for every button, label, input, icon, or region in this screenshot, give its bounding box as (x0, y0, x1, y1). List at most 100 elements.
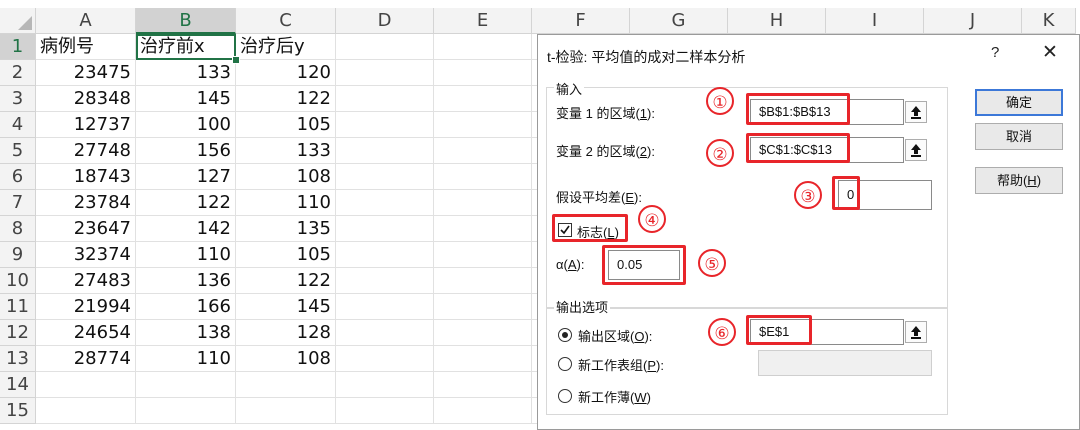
cell-empty[interactable] (336, 164, 434, 190)
cell-b2[interactable]: 133 (136, 60, 236, 86)
new-workbook-label[interactable]: 新工作薄(W) (578, 387, 651, 406)
cell-b13[interactable]: 110 (136, 346, 236, 372)
cell-empty[interactable] (434, 60, 532, 86)
cell-b6[interactable]: 127 (136, 164, 236, 190)
cell-a2[interactable]: 23475 (36, 60, 136, 86)
column-header-d[interactable]: D (336, 8, 434, 34)
cell-b8[interactable]: 142 (136, 216, 236, 242)
column-header-c[interactable]: C (236, 8, 336, 34)
row-header[interactable]: 2 (0, 60, 36, 86)
cell-empty[interactable] (434, 398, 532, 424)
cell-empty[interactable] (336, 60, 434, 86)
cell-c15[interactable] (236, 398, 336, 424)
cell-b11[interactable]: 166 (136, 294, 236, 320)
output-collapse-button[interactable] (905, 321, 927, 343)
cell-a8[interactable]: 23647 (36, 216, 136, 242)
new-sheet-input[interactable] (758, 350, 932, 376)
row-header[interactable]: 5 (0, 138, 36, 164)
cell-a12[interactable]: 24654 (36, 320, 136, 346)
row-header[interactable]: 10 (0, 268, 36, 294)
cell-a10[interactable]: 27483 (36, 268, 136, 294)
column-header-e[interactable]: E (434, 8, 532, 34)
help-button[interactable]: 帮助(H) (975, 167, 1063, 194)
help-icon[interactable]: ? (991, 44, 999, 61)
cell-a11[interactable]: 21994 (36, 294, 136, 320)
cell-c5[interactable]: 133 (236, 138, 336, 164)
ok-button[interactable]: 确定 (975, 89, 1063, 116)
cell-empty[interactable] (434, 112, 532, 138)
row-header[interactable]: 13 (0, 346, 36, 372)
cell-empty[interactable] (434, 346, 532, 372)
cell-empty[interactable] (336, 268, 434, 294)
column-header-k[interactable]: K (1022, 8, 1076, 34)
column-header-i[interactable]: I (826, 8, 924, 34)
cell-b10[interactable]: 136 (136, 268, 236, 294)
row-header[interactable]: 11 (0, 294, 36, 320)
cell-empty[interactable] (434, 372, 532, 398)
cell-c3[interactable]: 122 (236, 86, 336, 112)
column-header-a[interactable]: A (36, 8, 136, 34)
cell-c7[interactable]: 110 (236, 190, 336, 216)
column-header-h[interactable]: H (728, 8, 826, 34)
row-header[interactable]: 12 (0, 320, 36, 346)
cell-b15[interactable] (136, 398, 236, 424)
cell-a3[interactable]: 28348 (36, 86, 136, 112)
row-header[interactable]: 9 (0, 242, 36, 268)
cell-a7[interactable]: 23784 (36, 190, 136, 216)
cell-c8[interactable]: 135 (236, 216, 336, 242)
cell-empty[interactable] (336, 190, 434, 216)
cell-empty[interactable] (434, 294, 532, 320)
cell-empty[interactable] (336, 372, 434, 398)
cell-b3[interactable]: 145 (136, 86, 236, 112)
row-header[interactable]: 8 (0, 216, 36, 242)
cell-empty[interactable] (336, 320, 434, 346)
row-header[interactable]: 1 (0, 34, 36, 60)
column-header-b[interactable]: B (136, 8, 236, 34)
cell-empty[interactable] (336, 216, 434, 242)
new-sheet-label[interactable]: 新工作表组(P): (578, 355, 664, 374)
cell-empty[interactable] (336, 294, 434, 320)
cell-empty[interactable] (434, 216, 532, 242)
row-header[interactable]: 4 (0, 112, 36, 138)
fill-handle[interactable] (232, 56, 240, 64)
cell-c13[interactable]: 108 (236, 346, 336, 372)
var1-collapse-button[interactable] (905, 101, 927, 123)
output-range-label[interactable]: 输出区域(O): (578, 326, 652, 345)
cell-empty[interactable] (336, 138, 434, 164)
cell-empty[interactable] (336, 346, 434, 372)
new-sheet-radio[interactable] (558, 357, 572, 371)
column-header-j[interactable]: J (924, 8, 1022, 34)
cell-c11[interactable]: 145 (236, 294, 336, 320)
cell-b4[interactable]: 100 (136, 112, 236, 138)
column-header-g[interactable]: G (630, 8, 728, 34)
cell-empty[interactable] (434, 164, 532, 190)
cell-empty[interactable] (434, 86, 532, 112)
cell-a15[interactable] (36, 398, 136, 424)
cell-b7[interactable]: 122 (136, 190, 236, 216)
cell-b12[interactable]: 138 (136, 320, 236, 346)
cell-b9[interactable]: 110 (136, 242, 236, 268)
cell-c14[interactable] (236, 372, 336, 398)
cell-empty[interactable] (434, 320, 532, 346)
cell-empty[interactable] (336, 34, 434, 60)
cancel-button[interactable]: 取消 (975, 123, 1063, 150)
cell-empty[interactable] (434, 138, 532, 164)
cell-empty[interactable] (434, 34, 532, 60)
select-all-corner[interactable] (0, 8, 36, 34)
cell-c4[interactable]: 105 (236, 112, 336, 138)
new-workbook-radio[interactable] (558, 389, 572, 403)
cell-c10[interactable]: 122 (236, 268, 336, 294)
cell-b5[interactable]: 156 (136, 138, 236, 164)
cell-empty[interactable] (434, 268, 532, 294)
cell-a14[interactable] (36, 372, 136, 398)
row-header[interactable]: 14 (0, 372, 36, 398)
close-icon[interactable]: ✕ (1042, 41, 1058, 64)
cell-a4[interactable]: 12737 (36, 112, 136, 138)
cell-a1[interactable]: 病例号 (36, 34, 136, 60)
cell-c12[interactable]: 128 (236, 320, 336, 346)
cell-empty[interactable] (336, 242, 434, 268)
cell-a6[interactable]: 18743 (36, 164, 136, 190)
cell-empty[interactable] (434, 242, 532, 268)
column-header-f[interactable]: F (532, 8, 630, 34)
cell-a5[interactable]: 27748 (36, 138, 136, 164)
